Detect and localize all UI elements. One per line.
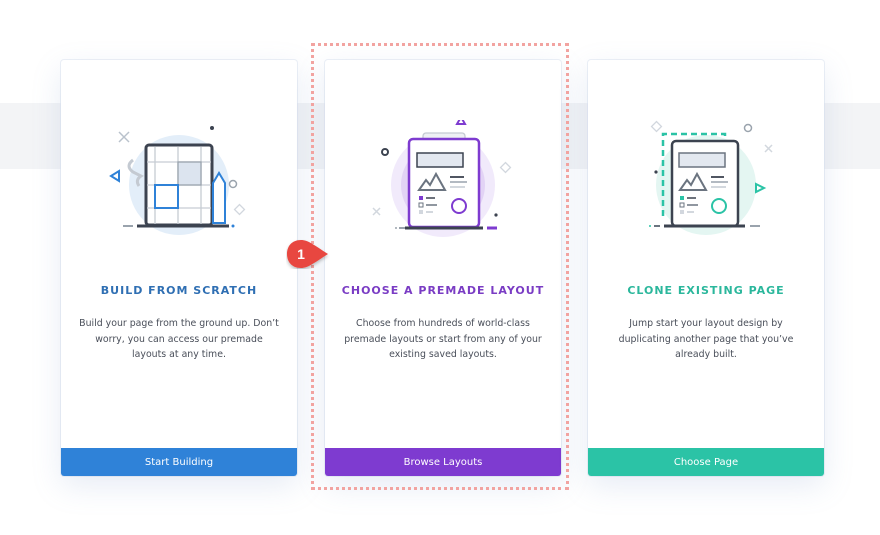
card-description: Build your page from the ground up. Don’…: [79, 318, 279, 360]
build-from-scratch-card[interactable]: BUILD FROM SCRATCH Build your page from …: [61, 60, 297, 476]
highlight-frame: [311, 43, 569, 490]
illustration: [61, 120, 297, 300]
clone-document-icon: [649, 120, 773, 235]
card-description: Jump start your layout design by duplica…: [618, 318, 794, 360]
blueprint-grid-icon: [109, 126, 246, 235]
choose-page-button[interactable]: Choose Page: [588, 448, 824, 476]
start-building-button[interactable]: Start Building: [61, 448, 297, 476]
illustration: [588, 120, 824, 300]
clone-existing-page-card[interactable]: CLONE EXISTING PAGE Jump start your layo…: [588, 60, 824, 476]
step-number: 1: [297, 246, 305, 262]
card-title: CLONE EXISTING PAGE: [627, 284, 785, 297]
step-marker: 1: [286, 239, 330, 269]
card-title: BUILD FROM SCRATCH: [100, 284, 258, 297]
